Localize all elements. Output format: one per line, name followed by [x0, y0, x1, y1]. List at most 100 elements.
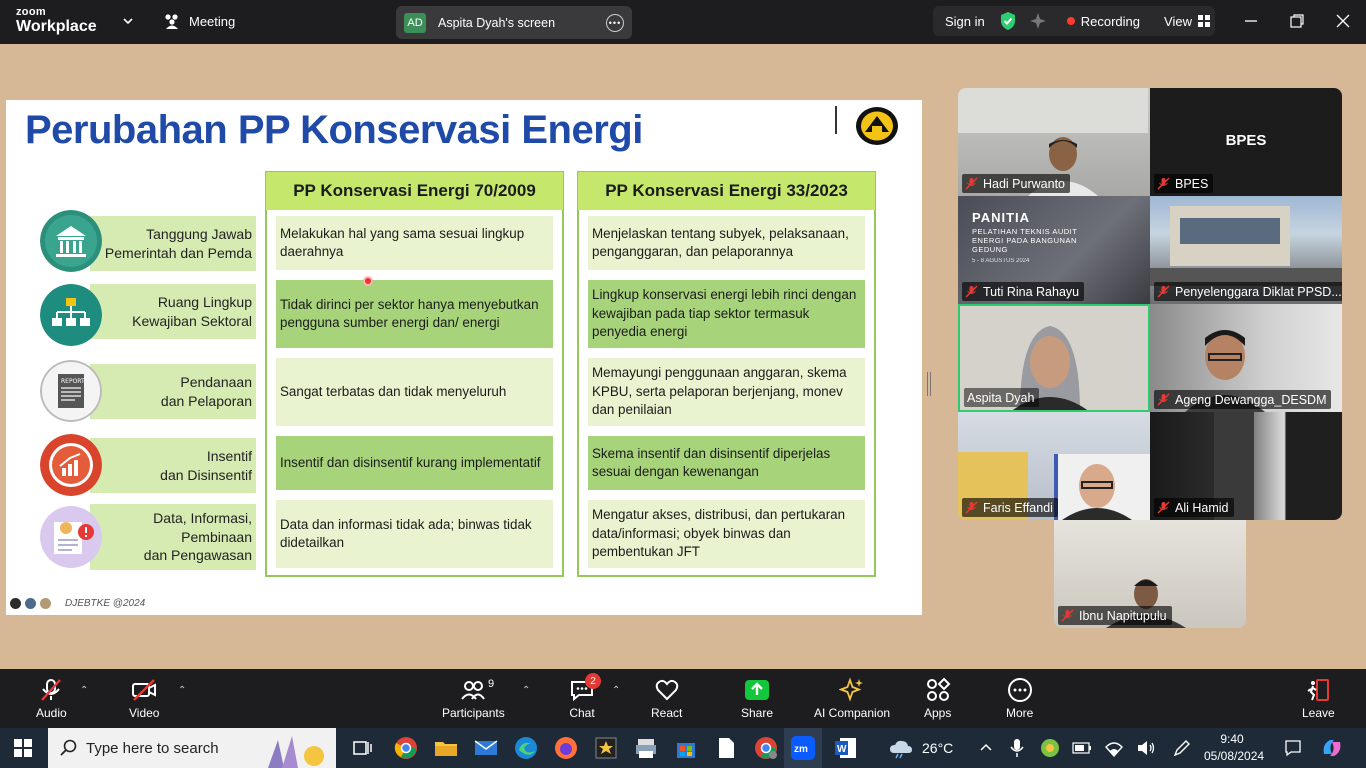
- data-info-icon: [40, 506, 102, 568]
- participant-name: Hadi Purwanto: [983, 176, 1065, 191]
- zoom-taskbar-active[interactable]: zm: [784, 728, 822, 768]
- growth-chart-icon: [40, 434, 102, 496]
- video-tile-faris[interactable]: Faris Effandi: [958, 412, 1150, 520]
- row-label-text: Insentif dan Disinsentif: [160, 447, 252, 483]
- participant-name-tag: Aspita Dyah: [964, 388, 1040, 407]
- recording-label[interactable]: Recording: [1081, 14, 1140, 29]
- taskbar-clock[interactable]: 9:40 05/08/2024: [1204, 731, 1264, 765]
- close-icon[interactable]: [1334, 12, 1352, 30]
- meeting-menu[interactable]: Meeting: [163, 13, 235, 29]
- participant-name: Penyelenggara Diklat PPSD...: [1175, 284, 1342, 299]
- wifi-icon[interactable]: [1104, 739, 1124, 757]
- more-options-icon[interactable]: •••: [606, 13, 624, 32]
- microphone-icon[interactable]: [1010, 738, 1024, 758]
- taskbar-search-input[interactable]: Type here to search: [48, 728, 336, 768]
- report-icon: REPORT: [40, 360, 102, 422]
- mic-muted-icon: [1157, 177, 1170, 190]
- app-star-icon[interactable]: [594, 736, 618, 760]
- more-button[interactable]: More: [1006, 677, 1033, 720]
- person-silhouette: [1062, 464, 1132, 520]
- sparkle-icon[interactable]: [1029, 12, 1047, 30]
- footer-dot: [10, 598, 21, 609]
- building-windows: [1180, 218, 1280, 244]
- chat-button[interactable]: Chat 2: [569, 673, 601, 720]
- video-tile-ali[interactable]: Ali Hamid: [1150, 412, 1342, 520]
- participants-options-caret[interactable]: ⌃: [522, 685, 530, 696]
- chrome-icon[interactable]: [394, 736, 418, 760]
- video-tile-ageng[interactable]: Ageng Dewangga_DESDM: [1150, 304, 1342, 412]
- row-label-funding: Pendanaan dan Pelaporan: [90, 364, 256, 419]
- participant-name: Tuti Rina Rahayu: [983, 284, 1080, 299]
- ai-companion-button[interactable]: AI Companion: [814, 677, 890, 720]
- windows-start-icon[interactable]: [14, 739, 32, 757]
- chat-unread-badge: 2: [585, 673, 601, 689]
- weather-widget[interactable]: 26°C: [888, 728, 953, 768]
- video-tile-aspita-active-speaker[interactable]: Aspita Dyah: [958, 304, 1150, 412]
- edge-icon[interactable]: [514, 736, 538, 760]
- video-background: [958, 88, 1148, 133]
- printer-icon[interactable]: [634, 736, 658, 760]
- chat-options-caret[interactable]: ⌃: [612, 685, 620, 696]
- participant-name: BPES: [1175, 176, 1209, 191]
- minimize-icon[interactable]: [1242, 12, 1260, 30]
- volume-icon[interactable]: [1136, 739, 1156, 757]
- video-tile-hadi[interactable]: Hadi Purwanto: [958, 88, 1150, 196]
- notifications-icon[interactable]: [1284, 739, 1302, 757]
- view-button[interactable]: View: [1164, 14, 1192, 29]
- battery-icon[interactable]: [1072, 742, 1092, 754]
- video-tile-tuti[interactable]: PANITIA PELATIHAN TEKNIS AUDIT ENERGI PA…: [958, 196, 1150, 304]
- chevron-down-icon[interactable]: [120, 13, 136, 29]
- cell-2009-funding: Sangat terbatas dan tidak menyeluruh: [276, 358, 553, 426]
- sign-in-button[interactable]: Sign in: [945, 14, 985, 29]
- video-options-caret[interactable]: ⌃: [178, 685, 186, 696]
- meeting-toolbar: Audio ⌃ Video ⌃ Participants 9 ⌃ Chat 2 …: [0, 669, 1366, 728]
- chevron-up-icon[interactable]: [980, 742, 992, 754]
- video-tile-bpes[interactable]: BPES BPES: [1150, 88, 1342, 196]
- participant-name-tag: Ageng Dewangga_DESDM: [1154, 390, 1332, 409]
- svg-text:zm: zm: [794, 744, 808, 755]
- more-label: More: [1006, 706, 1034, 720]
- cell-2023-responsibility: Menjelaskan tentang subyek, pelaksanaan,…: [588, 216, 865, 270]
- zoom-logo: zoom Workplace: [16, 7, 97, 35]
- share-label: Share: [741, 706, 774, 720]
- svg-text:W: W: [837, 744, 847, 755]
- firefox-icon[interactable]: [554, 736, 578, 760]
- task-view-icon[interactable]: [350, 736, 374, 760]
- react-label: React: [651, 706, 683, 720]
- participants-button[interactable]: Participants 9: [442, 677, 505, 720]
- video-tile-penyelenggara[interactable]: Penyelenggara Diklat PPSD...: [1150, 196, 1342, 304]
- restore-icon[interactable]: [1288, 12, 1306, 30]
- mail-icon[interactable]: [474, 736, 498, 760]
- cell-2009-responsibility: Melakukan hal yang sama sesuai lingkup d…: [276, 216, 553, 270]
- grid-view-icon[interactable]: [1197, 15, 1210, 27]
- footer-dot: [40, 598, 51, 609]
- audio-button[interactable]: Audio: [36, 677, 67, 720]
- store-icon[interactable]: [674, 736, 698, 760]
- document-icon[interactable]: [714, 736, 738, 760]
- weather-cloud-icon: [890, 740, 912, 759]
- react-button[interactable]: React: [651, 677, 682, 720]
- leave-label: Leave: [1302, 706, 1335, 720]
- split-resize-handle[interactable]: [927, 372, 931, 396]
- apps-button[interactable]: Apps: [924, 677, 951, 720]
- pen-icon[interactable]: [1172, 738, 1192, 758]
- video-tile-ibnu[interactable]: Ibnu Napitupulu: [1054, 520, 1246, 628]
- word-icon[interactable]: W: [834, 736, 858, 760]
- screen-share-indicator[interactable]: AD Aspita Dyah's screen •••: [396, 6, 632, 39]
- video-button[interactable]: Video: [129, 677, 159, 720]
- participants-count: 9: [488, 678, 495, 690]
- recording-dot-icon: [1066, 17, 1075, 25]
- security-app-icon[interactable]: [1040, 738, 1060, 758]
- cell-2023-scope: Lingkup konservasi energi lebih rinci de…: [588, 280, 865, 348]
- copilot-icon[interactable]: [1320, 736, 1344, 760]
- mic-muted-icon: [1157, 285, 1170, 298]
- share-button[interactable]: Share: [741, 677, 773, 720]
- chrome-profile-icon[interactable]: [754, 736, 778, 760]
- leave-button[interactable]: Leave: [1302, 677, 1335, 720]
- file-explorer-icon[interactable]: [434, 736, 458, 760]
- audio-options-caret[interactable]: ⌃: [80, 685, 88, 696]
- audio-label: Audio: [36, 706, 67, 720]
- ai-sparkle-icon: [839, 677, 864, 702]
- participant-name: Ali Hamid: [1175, 500, 1229, 515]
- shield-check-icon[interactable]: [999, 11, 1017, 31]
